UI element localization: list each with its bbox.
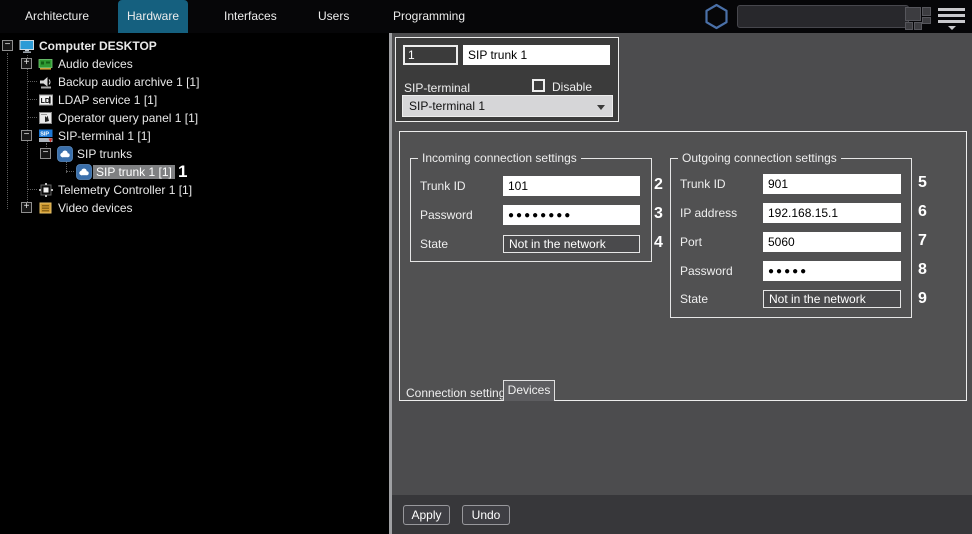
tab-connection-settings[interactable]: Connection settings <box>406 386 511 400</box>
tree-item-video-devices[interactable]: + Video devices <box>0 199 389 217</box>
tab-programming[interactable]: Programming <box>393 0 465 33</box>
tab-interfaces[interactable]: Interfaces <box>224 0 277 33</box>
apply-button[interactable]: Apply <box>403 505 450 525</box>
callout-number-7: 7 <box>918 232 927 250</box>
tree-item-ldap-service[interactable]: LD LDAP service 1 [1] <box>0 91 389 109</box>
callout-number-9: 9 <box>918 290 927 308</box>
tab-architecture[interactable]: Architecture <box>25 0 89 33</box>
tree-item-telemetry-controller[interactable]: Telemetry Controller 1 [1] <box>0 181 389 199</box>
parent-label: SIP-terminal <box>404 81 470 95</box>
computer-icon <box>19 38 35 54</box>
callout-number-4: 4 <box>654 234 663 252</box>
disable-label: Disable <box>552 80 592 94</box>
tree-item-sip-terminal[interactable]: − SIP SIP-terminal 1 [1] <box>0 127 389 145</box>
expander-plus-icon[interactable]: + <box>21 202 32 213</box>
tab-hardware[interactable]: Hardware <box>118 0 188 33</box>
footer-button-bar: Apply Undo <box>392 495 972 534</box>
menu-icon[interactable] <box>938 8 965 30</box>
application-window: Architecture Hardware Interfaces Users P… <box>0 0 972 534</box>
svg-text:SIP: SIP <box>40 132 49 138</box>
top-navbar: Architecture Hardware Interfaces Users P… <box>0 0 972 33</box>
callout-number-8: 8 <box>918 261 927 279</box>
callout-number-3: 3 <box>654 205 663 223</box>
sip-trunk-icon <box>57 146 73 162</box>
audio-devices-icon <box>38 56 54 72</box>
incoming-trunk-id-input[interactable] <box>503 176 640 196</box>
disable-checkbox[interactable] <box>532 79 545 92</box>
svg-text:LD: LD <box>41 98 50 105</box>
tree-connector <box>28 99 37 100</box>
outgoing-trunk-id-input[interactable] <box>763 174 901 194</box>
incoming-password-input[interactable] <box>503 205 640 225</box>
tree-connector <box>66 171 74 172</box>
chevron-down-icon <box>597 105 605 110</box>
expander-plus-icon[interactable]: + <box>21 58 32 69</box>
parent-select[interactable]: SIP-terminal 1 <box>402 95 613 117</box>
tree-item-sip-trunk-1[interactable]: SIP trunk 1 [1] 1 <box>0 163 389 181</box>
outgoing-password-input[interactable] <box>763 261 901 281</box>
outgoing-state-field: Not in the network <box>763 290 901 308</box>
hexagon-logo-icon <box>703 3 730 35</box>
tree-item-computer[interactable]: − Computer DESKTOP <box>0 37 389 55</box>
tree-connector <box>28 117 37 118</box>
tree-connector <box>28 189 37 190</box>
sip-trunk-icon <box>76 164 92 180</box>
expander-minus-icon[interactable]: − <box>21 130 32 141</box>
ldap-service-icon: LD <box>38 92 54 108</box>
telemetry-controller-icon <box>38 182 54 198</box>
object-identity-panel: SIP-terminal Disable SIP-terminal 1 <box>395 37 619 122</box>
tree-item-backup-audio-archive[interactable]: Backup audio archive 1 [1] <box>0 73 389 91</box>
operator-query-panel-icon <box>38 110 54 126</box>
outgoing-port-input[interactable] <box>763 232 901 252</box>
undo-button[interactable]: Undo <box>462 505 510 525</box>
callout-number-1: 1 <box>178 162 187 182</box>
callout-number-5: 5 <box>918 174 927 192</box>
callout-number-6: 6 <box>918 203 927 221</box>
search-input[interactable] <box>737 5 909 28</box>
expander-minus-icon[interactable]: − <box>40 148 51 159</box>
outgoing-ip-address-input[interactable] <box>763 203 901 223</box>
settings-region: SIP-terminal Disable SIP-terminal 1 Inco… <box>392 33 972 534</box>
callout-number-2: 2 <box>654 176 663 194</box>
tree-item-sip-trunks[interactable]: − SIP trunks <box>0 145 389 163</box>
device-tree: − Computer DESKTOP + Audi <box>0 33 389 534</box>
outgoing-group-title: Outgoing connection settings <box>678 151 841 165</box>
layout-grid-icon[interactable] <box>905 7 932 36</box>
backup-audio-archive-icon <box>38 74 54 90</box>
object-id-field[interactable] <box>403 45 458 65</box>
video-devices-icon <box>38 200 54 216</box>
sip-terminal-icon: SIP <box>38 128 54 144</box>
tree-item-audio-devices[interactable]: + Audio devices <box>0 55 389 73</box>
connection-settings-panel: Incoming connection settings Trunk ID Pa… <box>399 131 967 401</box>
incoming-state-field: Not in the network <box>503 235 640 253</box>
object-name-field[interactable] <box>463 45 610 65</box>
tree-connector <box>28 81 37 82</box>
parent-select-value: SIP-terminal 1 <box>409 99 485 113</box>
tab-devices[interactable]: Devices <box>503 380 555 401</box>
tree-item-operator-query-panel[interactable]: Operator query panel 1 [1] <box>0 109 389 127</box>
expander-minus-icon[interactable]: − <box>2 40 13 51</box>
tab-users[interactable]: Users <box>318 0 349 33</box>
incoming-group-title: Incoming connection settings <box>418 151 581 165</box>
